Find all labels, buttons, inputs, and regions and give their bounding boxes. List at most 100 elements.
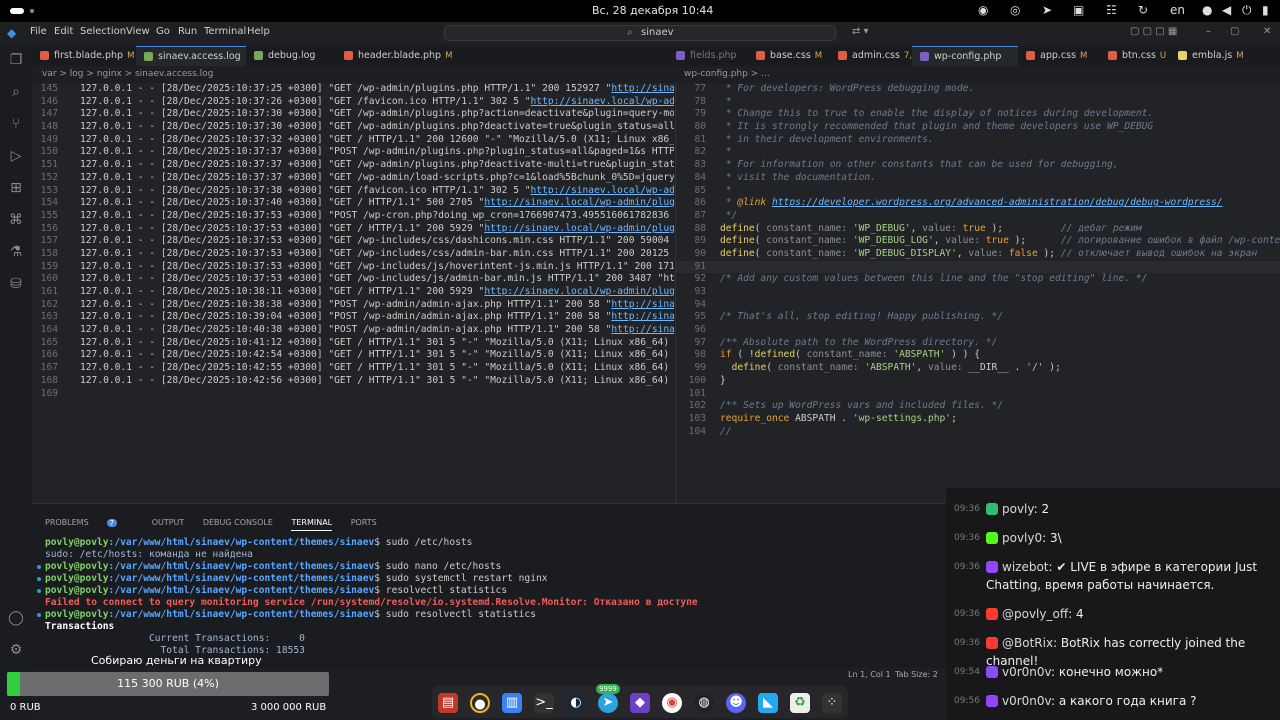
breadcrumb-right[interactable]: wp-config.php > ... <box>684 69 770 79</box>
menu-run[interactable]: Run <box>178 26 197 37</box>
chat-text: : 4 <box>1068 607 1084 621</box>
log-line: 146 127.0.0.1 - - [28/Dec/2025:10:37:26 +… <box>40 95 674 107</box>
menu-file[interactable]: File <box>30 26 47 37</box>
system-top-bar: Вс, 28 декабря 10:44 ◉ ◎ ➤ ▣ ☷ ↻ en ● ◀ … <box>0 0 1280 22</box>
tab-base-css[interactable]: base.css M <box>748 46 830 66</box>
log-line: 158 127.0.0.1 - - [28/Dec/2025:10:37:53 +… <box>40 247 674 259</box>
sync-tray-icon[interactable]: ↻ <box>1138 3 1148 17</box>
workspace-indicator[interactable] <box>10 8 24 14</box>
tab-wp-config-php[interactable]: wp-config.php <box>912 46 1018 66</box>
discord-app-icon[interactable]: ☻ <box>726 693 746 713</box>
run-debug-icon[interactable]: ▷ <box>8 148 24 164</box>
minimize-icon[interactable]: – <box>1206 26 1211 37</box>
browser-app-icon[interactable]: ◍ <box>694 693 714 713</box>
obs-app-icon[interactable]: ● <box>470 693 490 713</box>
volume-icon[interactable]: ◀ <box>1222 3 1231 17</box>
telegram-unread-badge: 9999 <box>596 684 620 694</box>
log-line: 167 127.0.0.1 - - [28/Dec/2025:10:42:55 +… <box>40 362 674 374</box>
tab-modified-marker: M <box>814 51 823 61</box>
chrome-tray-icon[interactable]: ◎ <box>1010 3 1020 17</box>
docker-icon[interactable]: ⛁ <box>8 276 24 292</box>
tab-terminal[interactable]: TERMINAL <box>291 518 333 531</box>
account-icon[interactable]: ◯ <box>8 610 24 626</box>
document-app-icon[interactable]: ▥ <box>502 693 522 713</box>
vscode-app-icon[interactable]: ◣ <box>758 693 778 713</box>
command-center-search[interactable]: ⌕ sinaev <box>444 25 836 41</box>
tab-problems[interactable]: PROBLEMS 7 <box>45 518 133 527</box>
testing-icon[interactable]: ⚗ <box>8 244 24 260</box>
tab-embla-js[interactable]: embla.js M <box>1170 46 1250 66</box>
tab-label: wp-config.php <box>934 51 1002 62</box>
code-line: 81 * in their development environments. <box>694 133 934 145</box>
files-app-icon[interactable]: ▤ <box>438 693 458 713</box>
log-line: 150 127.0.0.1 - - [28/Dec/2025:10:37:37 +… <box>40 146 674 158</box>
tab-label: sinaev.access.log <box>158 51 241 62</box>
maximize-icon[interactable]: ▢ <box>1230 26 1239 37</box>
tab-app-css[interactable]: app.css M <box>1018 46 1100 66</box>
platform-icon <box>986 608 998 620</box>
source-control-icon[interactable]: ⑂ <box>8 116 24 132</box>
chat-message: 09:36 povly: 2 <box>954 500 1274 518</box>
telegram-tray-icon[interactable]: ➤ <box>1042 3 1052 17</box>
log-line: 169 <box>40 387 58 399</box>
keyboard-layout[interactable]: en <box>1170 3 1185 17</box>
search-icon[interactable]: ⌕ <box>8 84 24 100</box>
code-editor[interactable]: 77 * For developers: WordPress debugging… <box>675 83 1280 503</box>
close-icon[interactable]: ✕ <box>1263 26 1271 37</box>
remote-icon[interactable]: ⌘ <box>8 212 24 228</box>
chrome-app-icon[interactable]: ◉ <box>662 693 682 713</box>
terminal-output[interactable]: povly@povly:/var/www/html/sinaev/wp-cont… <box>37 537 940 657</box>
menu-terminal[interactable]: Terminal <box>204 26 246 37</box>
code-line: 77 * For developers: WordPress debugging… <box>694 83 975 94</box>
mixer-tray-icon[interactable]: ☷ <box>1106 3 1117 17</box>
cursor-position[interactable]: Ln 1, Col 1 <box>848 670 891 679</box>
menu-go[interactable]: Go <box>156 26 170 37</box>
chat-timestamp: 09:36 <box>954 504 980 514</box>
tab-size[interactable]: Tab Size: 2 <box>895 670 938 679</box>
code-line: 90 define( constant_name: 'WP_DEBUG_DISPL… <box>694 247 1258 259</box>
extensions-icon[interactable]: ⊞ <box>8 180 24 196</box>
menu-view[interactable]: View <box>126 26 150 37</box>
tab-ports[interactable]: PORTS <box>351 518 377 527</box>
code-line: 104// <box>688 425 732 437</box>
code-line: 95/* That's all, stop editing! Happy pub… <box>694 311 1004 323</box>
tab-first-blade-php[interactable]: first.blade.php M <box>32 46 136 66</box>
obsidian-app-icon[interactable]: ◆ <box>630 693 650 713</box>
power-icon[interactable]: ⏻ <box>1242 3 1252 18</box>
layout-icons[interactable]: ▢ ▢ ▢ ▦ <box>1130 26 1177 37</box>
recycle-app-icon[interactable]: ♻ <box>790 693 810 713</box>
terminal-line: Failed to connect to query monitoring se… <box>45 597 698 608</box>
tab-sinaev-access-log[interactable]: sinaev.access.log <box>136 46 246 66</box>
workspace-dot[interactable] <box>30 9 34 13</box>
menu-help[interactable]: Help <box>247 26 270 37</box>
explorer-icon[interactable]: ❐ <box>8 52 24 68</box>
menu-selection[interactable]: Selection <box>80 26 126 37</box>
tab-debug-console[interactable]: DEBUG CONSOLE <box>203 518 273 527</box>
donation-min: 0 RUB <box>10 702 41 713</box>
copilot-icon[interactable]: ⇄ ▾ <box>852 26 869 37</box>
breadcrumb-left[interactable]: var > log > nginx > sinaev.access.log <box>42 69 213 79</box>
telegram-app-icon[interactable]: ➤ 9999 <box>596 684 620 713</box>
apps-grid-icon[interactable]: ⁘ <box>822 693 842 713</box>
code-line: 82 * <box>694 146 732 158</box>
file-type-icon <box>756 51 765 60</box>
donation-amount: 115 300 RUB (4%) <box>117 677 219 690</box>
tab-admin-css[interactable]: admin.css7, M <box>830 46 922 66</box>
tab-header-blade-php[interactable]: header.blade.php M <box>336 46 452 66</box>
tab-output[interactable]: OUTPUT <box>152 518 185 527</box>
discord-tray-icon[interactable]: ◉ <box>978 3 988 17</box>
tab-debug-log[interactable]: debug.log <box>246 46 336 66</box>
tab-btn-css[interactable]: btn.css U <box>1100 46 1170 66</box>
battery-icon[interactable]: ▮ <box>1262 3 1269 17</box>
log-editor[interactable]: 145 127.0.0.1 - - [28/Dec/2025:10:37:25 +… <box>32 83 674 503</box>
menu-edit[interactable]: Edit <box>54 26 73 37</box>
code-line: 87 */ <box>694 209 738 221</box>
microphone-icon[interactable]: ● <box>1202 3 1212 17</box>
terminal-app-icon[interactable]: >_ <box>534 693 554 713</box>
steam-app-icon[interactable]: ◐ <box>566 693 586 713</box>
system-clock[interactable]: Вс, 28 декабря 10:44 <box>592 4 713 17</box>
obs-tray-icon[interactable]: ▣ <box>1073 3 1084 17</box>
file-type-icon <box>1108 51 1117 60</box>
tab-fields-php[interactable]: fields.php <box>668 46 738 66</box>
chat-message: 09:36 @povly_off: 4 <box>954 605 1274 623</box>
